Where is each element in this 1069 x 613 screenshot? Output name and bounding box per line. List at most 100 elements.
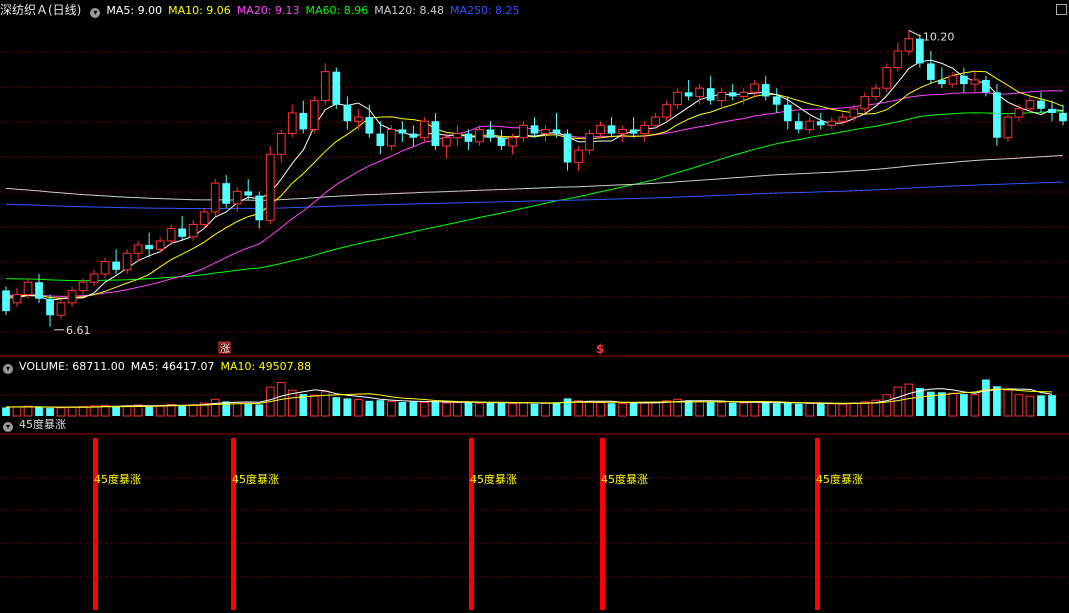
candle-body — [320, 71, 330, 102]
volume-bar — [618, 403, 627, 417]
volume-bar — [816, 403, 825, 416]
signal-bar — [600, 438, 605, 610]
candle-body — [398, 129, 407, 134]
candle-body — [552, 129, 561, 134]
signal-label: 45度暴涨 — [94, 472, 141, 486]
candle-body — [607, 125, 616, 134]
volume-bar — [948, 392, 958, 417]
candle-body — [563, 133, 572, 163]
candle-body — [728, 92, 737, 97]
candle-body — [618, 128, 627, 135]
volume-bar — [442, 402, 451, 417]
candle-body — [673, 91, 682, 106]
volume-bar — [475, 402, 484, 417]
candle-body — [519, 124, 528, 139]
candle-body — [475, 128, 484, 143]
candle-body — [1025, 100, 1035, 110]
moving-averages — [5, 59, 1064, 301]
volume-bar — [993, 386, 1001, 416]
high-pointer — [908, 29, 922, 37]
candle-body — [695, 87, 705, 97]
candle-body — [210, 182, 220, 213]
volume-bar — [23, 405, 33, 417]
candle-body — [112, 261, 120, 270]
candle-body — [453, 133, 462, 139]
candle-body — [882, 67, 892, 89]
ma120-line — [5, 155, 1064, 201]
volume-bar — [651, 401, 660, 417]
candle-body — [497, 137, 506, 146]
volume-bar — [376, 400, 385, 416]
candle-body — [46, 298, 54, 316]
candle-body — [420, 120, 429, 139]
volume-bar — [255, 404, 264, 416]
volume-bar — [420, 401, 429, 417]
candle-body — [442, 137, 451, 147]
volume-bar — [67, 406, 77, 417]
candle-body — [232, 190, 242, 205]
volume-bar — [35, 407, 43, 416]
volume-bar — [563, 398, 572, 416]
candle-body — [596, 124, 605, 135]
signal-label: 45度暴涨 — [232, 472, 279, 486]
candlesticks — [2, 30, 1067, 327]
candle-body — [89, 273, 99, 283]
volume-bar — [728, 402, 737, 416]
chart-canvas[interactable]: 45度暴涨 45度暴涨 45度暴涨 45度暴涨 45度暴涨 10.20 6.61 涨 $ — [0, 0, 1069, 613]
signal-marker-zhang: 涨 — [220, 343, 230, 355]
ma250-line — [5, 181, 1064, 210]
volume-bar — [938, 392, 946, 416]
candle-body — [276, 133, 286, 155]
candle-body — [122, 252, 132, 271]
volume-bar — [2, 407, 10, 416]
candle-body — [640, 124, 649, 135]
candle-body — [486, 129, 495, 138]
candle-body — [67, 289, 77, 304]
annotations: 10.20 6.61 涨 $ — [54, 29, 954, 356]
signal-bars: 45度暴涨 45度暴涨 45度暴涨 45度暴涨 45度暴涨 — [93, 438, 863, 610]
candle-body — [12, 294, 22, 304]
candle-body — [287, 112, 297, 135]
volume-bar — [508, 403, 517, 417]
candle-body — [464, 133, 473, 142]
volume-bar — [332, 397, 341, 416]
candle-body — [927, 63, 935, 80]
candle-body — [761, 84, 770, 97]
signal-bar — [469, 438, 474, 610]
volume-bar — [188, 404, 198, 417]
candle-body — [188, 223, 198, 238]
signal-marker-dollar: $ — [596, 342, 604, 356]
candle-body — [970, 79, 980, 85]
volume-bar — [78, 406, 88, 417]
candle-body — [1014, 108, 1024, 118]
volume-bar — [453, 402, 462, 417]
low-label: 6.61 — [66, 324, 91, 337]
volume-bar — [541, 402, 550, 417]
volume-bar — [739, 402, 749, 417]
ma10-line — [6, 70, 1064, 299]
candle-body — [1003, 116, 1013, 139]
volume-bar — [486, 402, 495, 416]
volume-bar — [772, 403, 781, 416]
signal-bar — [231, 438, 236, 610]
candle-body — [684, 92, 693, 97]
candle-body — [871, 87, 881, 97]
candle-body — [805, 120, 815, 130]
candle-body — [585, 133, 594, 151]
volume-bar — [893, 386, 903, 417]
candle-body — [629, 129, 638, 134]
candle-body — [717, 91, 727, 102]
volume-bar — [398, 402, 407, 416]
volume-bar — [706, 401, 715, 416]
volume-bar — [607, 403, 616, 416]
volume-bar — [882, 394, 892, 417]
volume-bar — [353, 399, 363, 417]
candle-body — [299, 112, 308, 130]
candle-body — [78, 281, 88, 291]
volume-bar — [409, 401, 418, 416]
candle-body — [353, 116, 363, 122]
candle-body — [993, 92, 1001, 138]
candle-body — [133, 244, 143, 254]
candle-body — [838, 116, 848, 122]
volume-bar — [783, 402, 792, 416]
